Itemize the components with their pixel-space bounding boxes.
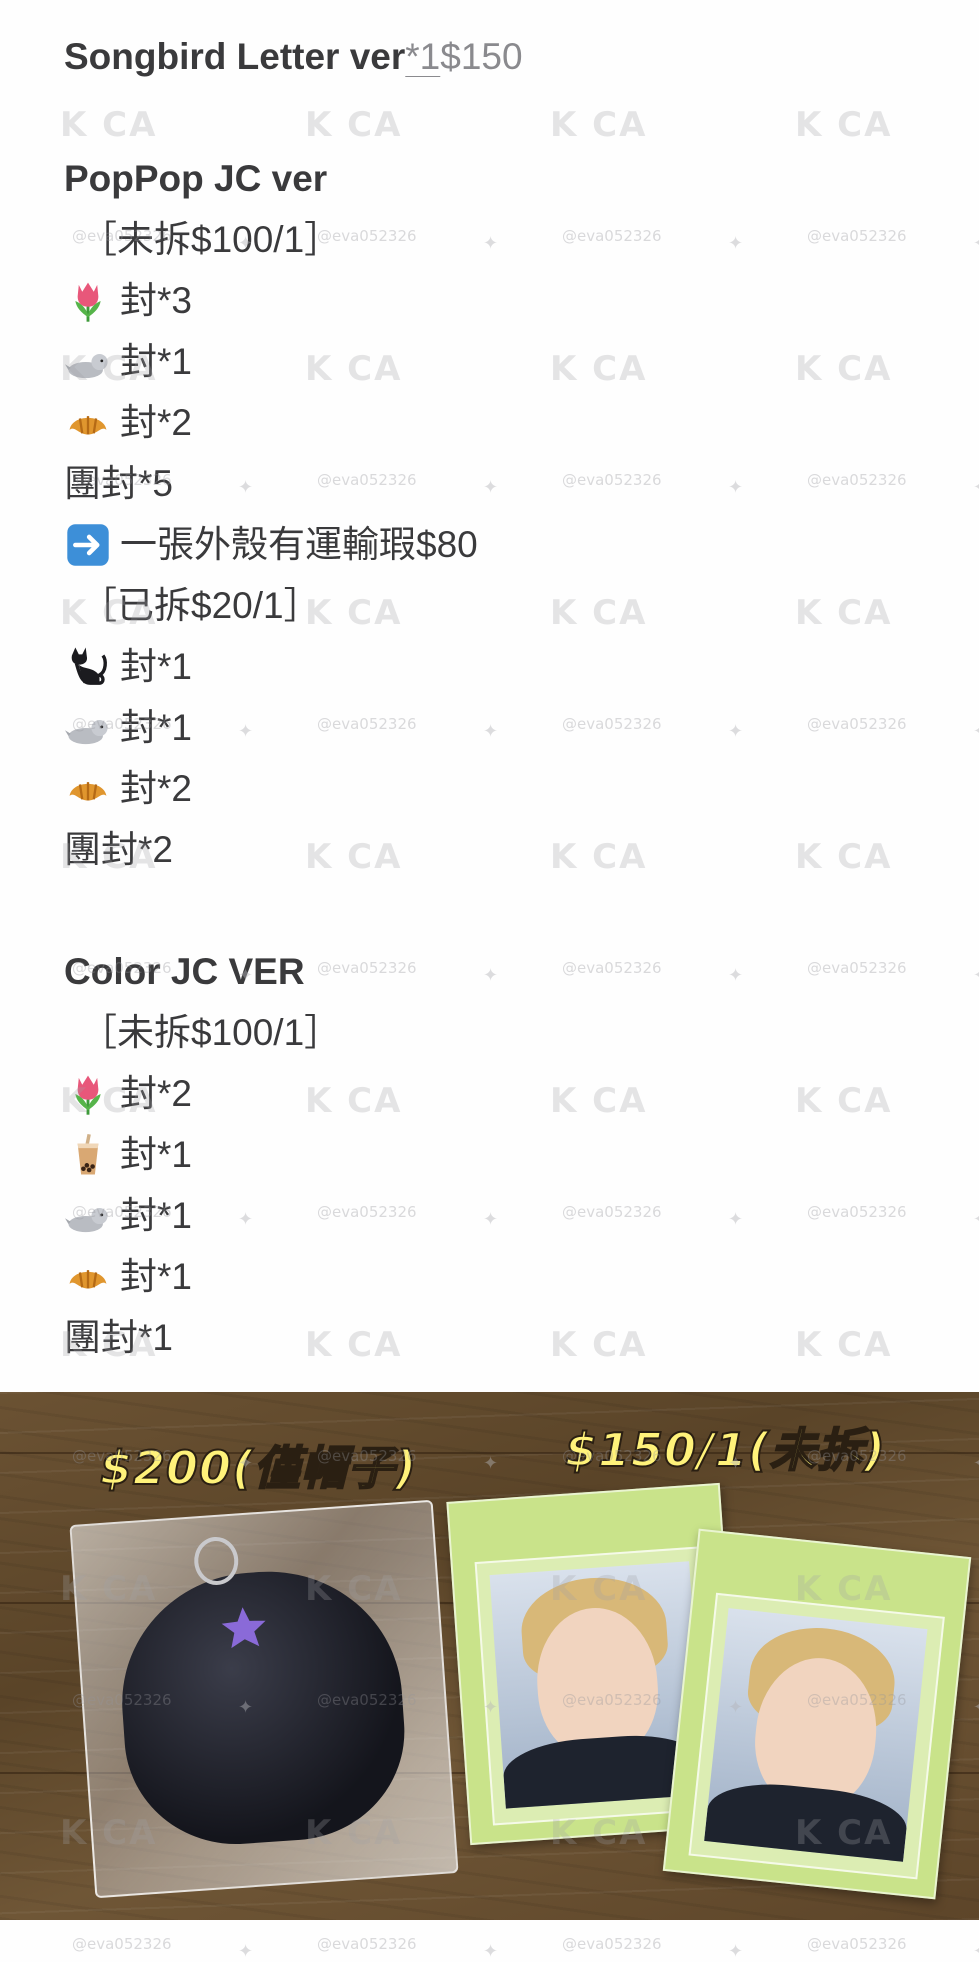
photocard-sleeve bbox=[662, 1528, 972, 1900]
list-item: 封*2 bbox=[64, 392, 944, 453]
watermark-handle: @eva052326 bbox=[807, 1935, 907, 1953]
watermark-sparkle: ✦ bbox=[973, 721, 979, 742]
list-item-text: 封*1 bbox=[120, 707, 192, 748]
watermark-sparkle: ✦ bbox=[973, 1941, 979, 1962]
seal-icon bbox=[64, 1192, 112, 1240]
list-item: 封*2 bbox=[64, 758, 944, 819]
right-arrow-icon bbox=[64, 521, 112, 569]
watermark-sparkle: ✦ bbox=[483, 1941, 499, 1961]
watermark-sparkle: ✦ bbox=[973, 233, 979, 254]
watermark-handle: @eva052326 bbox=[72, 1935, 172, 1953]
list-item: 封*1 bbox=[64, 697, 944, 758]
card-price-label: $150/1(未拆) bbox=[564, 1422, 886, 1478]
tulip-icon bbox=[64, 1070, 112, 1118]
watermark-handle: @eva052326 bbox=[317, 1935, 417, 1953]
list-item-text: 封*2 bbox=[120, 768, 192, 809]
list-item: 封*1 bbox=[64, 1124, 944, 1185]
photocard bbox=[704, 1608, 928, 1862]
list-item: 封*1 bbox=[64, 331, 944, 392]
watermark-sparkle: ✦ bbox=[728, 1941, 744, 1961]
croissant-icon bbox=[64, 765, 112, 813]
color-group: 團封*1 bbox=[64, 1317, 173, 1358]
list-item-text: 封*1 bbox=[120, 341, 192, 382]
seal-icon bbox=[64, 704, 112, 752]
watermark-handle: @eva052326 bbox=[562, 1935, 662, 1953]
tulip-icon bbox=[64, 277, 112, 325]
poppop-opened: ［已拆$20/1］ bbox=[80, 585, 321, 626]
watermark-sparkle: ✦ bbox=[973, 477, 979, 498]
list-item-text: 封*3 bbox=[120, 280, 192, 321]
product-photo: $200(僅帽子) $150/1(未拆) bbox=[0, 1392, 979, 1920]
poppop-unopened: ［未拆$100/1］ bbox=[80, 219, 342, 260]
seal-icon bbox=[64, 338, 112, 386]
arrow-note-text: 一張外殼有運輸瑕$80 bbox=[120, 524, 478, 565]
color-unopened: ［未拆$100/1］ bbox=[80, 1012, 342, 1053]
songbird-qty: *1 bbox=[405, 36, 441, 77]
beanie-bag bbox=[69, 1499, 459, 1899]
color-title: Color JC VER bbox=[64, 951, 305, 992]
notes-body: Songbird Letter ver *1 $150 PopPop JC ve… bbox=[64, 26, 944, 1368]
list-item: 封*3 bbox=[64, 270, 944, 331]
songbird-line: Songbird Letter ver *1 $150 bbox=[64, 26, 944, 87]
watermark-sparkle: ✦ bbox=[973, 965, 979, 986]
list-item: 封*2 bbox=[64, 1063, 944, 1124]
croissant-icon bbox=[64, 399, 112, 447]
black-cat-icon bbox=[64, 643, 112, 691]
songbird-price: $150 bbox=[440, 36, 523, 77]
hat-price-label: $200(僅帽子) bbox=[99, 1440, 418, 1496]
watermark-sparkle: ✦ bbox=[973, 1209, 979, 1230]
poppop-group: 團封*2 bbox=[64, 829, 173, 870]
watermark-sparkle: ✦ bbox=[238, 1941, 254, 1961]
list-item-text: 封*1 bbox=[120, 1195, 192, 1236]
bubble-tea-icon bbox=[64, 1131, 112, 1179]
list-item: 一張外殼有運輸瑕$80 bbox=[64, 514, 944, 575]
songbird-label: Songbird Letter ver bbox=[64, 36, 406, 77]
list-item: 封*1 bbox=[64, 1246, 944, 1307]
list-item-text: 封*1 bbox=[120, 646, 192, 687]
poppop-group: 團封*5 bbox=[64, 463, 173, 504]
list-item-text: 封*2 bbox=[120, 1073, 192, 1114]
poppop-title: PopPop JC ver bbox=[64, 158, 328, 199]
list-item-text: 封*1 bbox=[120, 1256, 192, 1297]
croissant-icon bbox=[64, 1253, 112, 1301]
list-item-text: 封*2 bbox=[120, 402, 192, 443]
list-item-text: 封*1 bbox=[120, 1134, 192, 1175]
list-item: 封*1 bbox=[64, 636, 944, 697]
star-charm bbox=[221, 1607, 266, 1649]
list-item: 封*1 bbox=[64, 1185, 944, 1246]
